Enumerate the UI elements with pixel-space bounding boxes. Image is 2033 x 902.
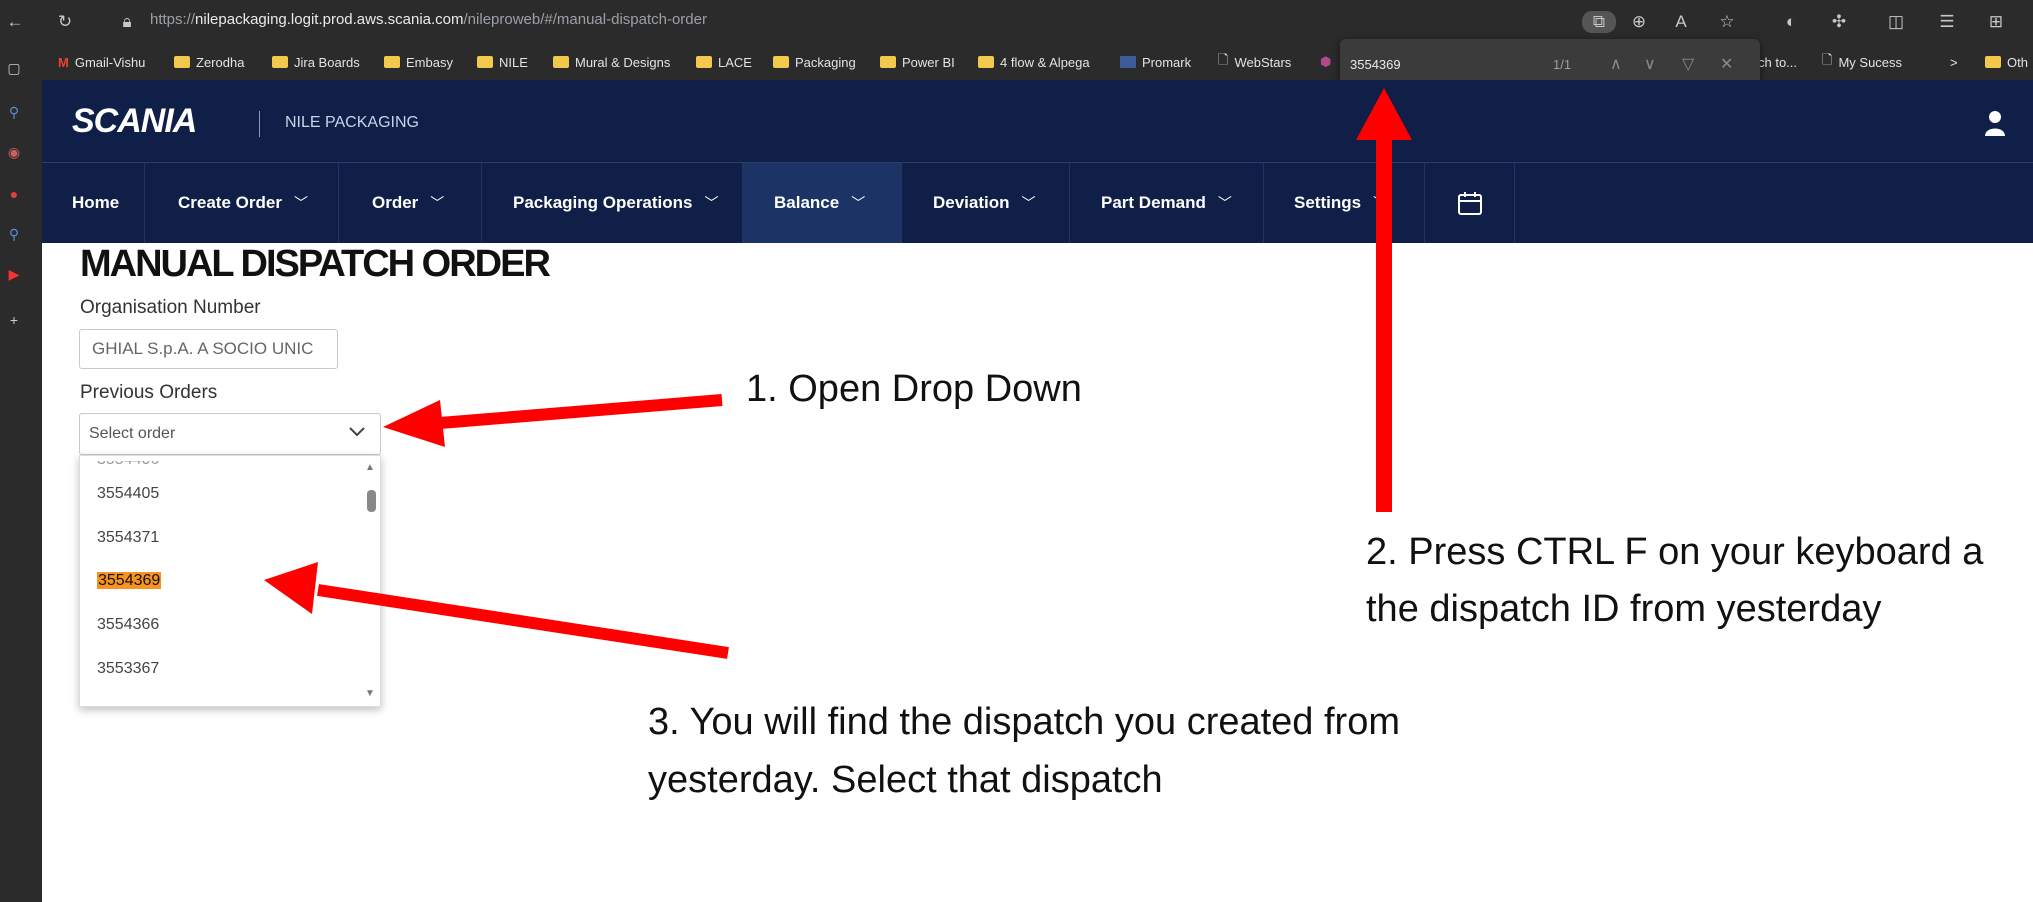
annotation-step1: 1. Open Drop Down	[746, 368, 1082, 410]
arrow-step1	[383, 394, 723, 447]
annotation-step3-line1: 3. You will find the dispatch you create…	[648, 701, 1401, 743]
annotation-step3-line2: yesterday. Select that dispatch	[648, 759, 1163, 801]
annotation-step2-line2: the dispatch ID from yesterday	[1366, 588, 1882, 630]
arrow-step3	[264, 562, 729, 659]
annotation-step2-line1: 2. Press CTRL F on your keyboard a	[1366, 531, 1984, 573]
arrow-step2	[1356, 88, 1412, 512]
